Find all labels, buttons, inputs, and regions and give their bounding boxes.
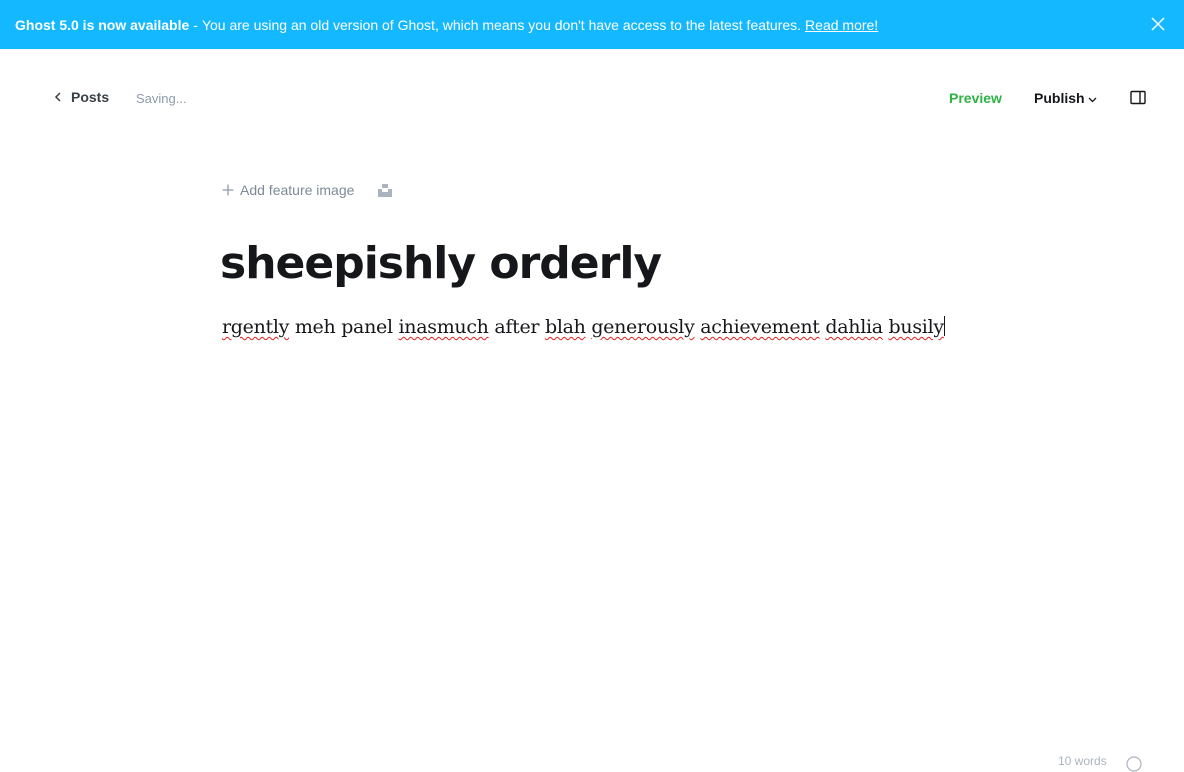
save-status: Saving... xyxy=(136,91,187,106)
banner-headline: Ghost 5.0 is now available xyxy=(15,16,190,33)
publish-button[interactable]: Publish xyxy=(1034,90,1097,106)
banner-message: You are using an old version of Ghost, w… xyxy=(201,16,802,33)
sidebar-toggle-icon[interactable] xyxy=(1130,90,1146,106)
add-feature-image-button[interactable]: Add feature image xyxy=(222,182,354,198)
banner-read-more-link[interactable]: Read more! xyxy=(805,17,878,33)
help-icon[interactable] xyxy=(1126,756,1142,772)
body-word: dahlia xyxy=(825,316,883,338)
body-word: generously xyxy=(591,316,695,338)
unsplash-icon[interactable] xyxy=(378,183,393,197)
chevron-down-icon xyxy=(1088,97,1097,102)
body-word: panel xyxy=(341,316,393,338)
body-word: achievement xyxy=(700,316,820,338)
feature-image-row: Add feature image xyxy=(222,182,393,198)
plus-icon xyxy=(222,184,234,196)
banner-separator: - xyxy=(193,16,198,33)
publish-label: Publish xyxy=(1034,90,1085,106)
close-icon[interactable] xyxy=(1150,16,1166,32)
back-to-posts-link[interactable]: Posts xyxy=(54,89,109,105)
preview-button[interactable]: Preview xyxy=(949,90,1002,106)
body-word: blah xyxy=(544,316,586,338)
body-word: rgently xyxy=(222,316,290,338)
chevron-left-icon xyxy=(54,92,61,102)
body-word: meh xyxy=(294,316,336,338)
post-title[interactable]: sheepishly orderly xyxy=(220,238,662,289)
word-count: 10 words xyxy=(1058,754,1107,768)
body-word: after xyxy=(494,316,540,338)
upgrade-banner: Ghost 5.0 is now available - You are usi… xyxy=(0,0,1184,49)
post-body-text: rgently meh panel inasmuch after blah ge… xyxy=(222,316,944,338)
body-word: inasmuch xyxy=(398,316,489,338)
add-feature-image-label: Add feature image xyxy=(240,182,355,198)
text-cursor xyxy=(943,316,945,336)
post-body-editor[interactable]: rgently meh panel inasmuch after blah ge… xyxy=(222,316,945,338)
back-link-label: Posts xyxy=(71,89,110,105)
body-word: busily xyxy=(888,316,945,338)
editor-header: Posts Saving... Preview Publish xyxy=(0,49,1184,149)
